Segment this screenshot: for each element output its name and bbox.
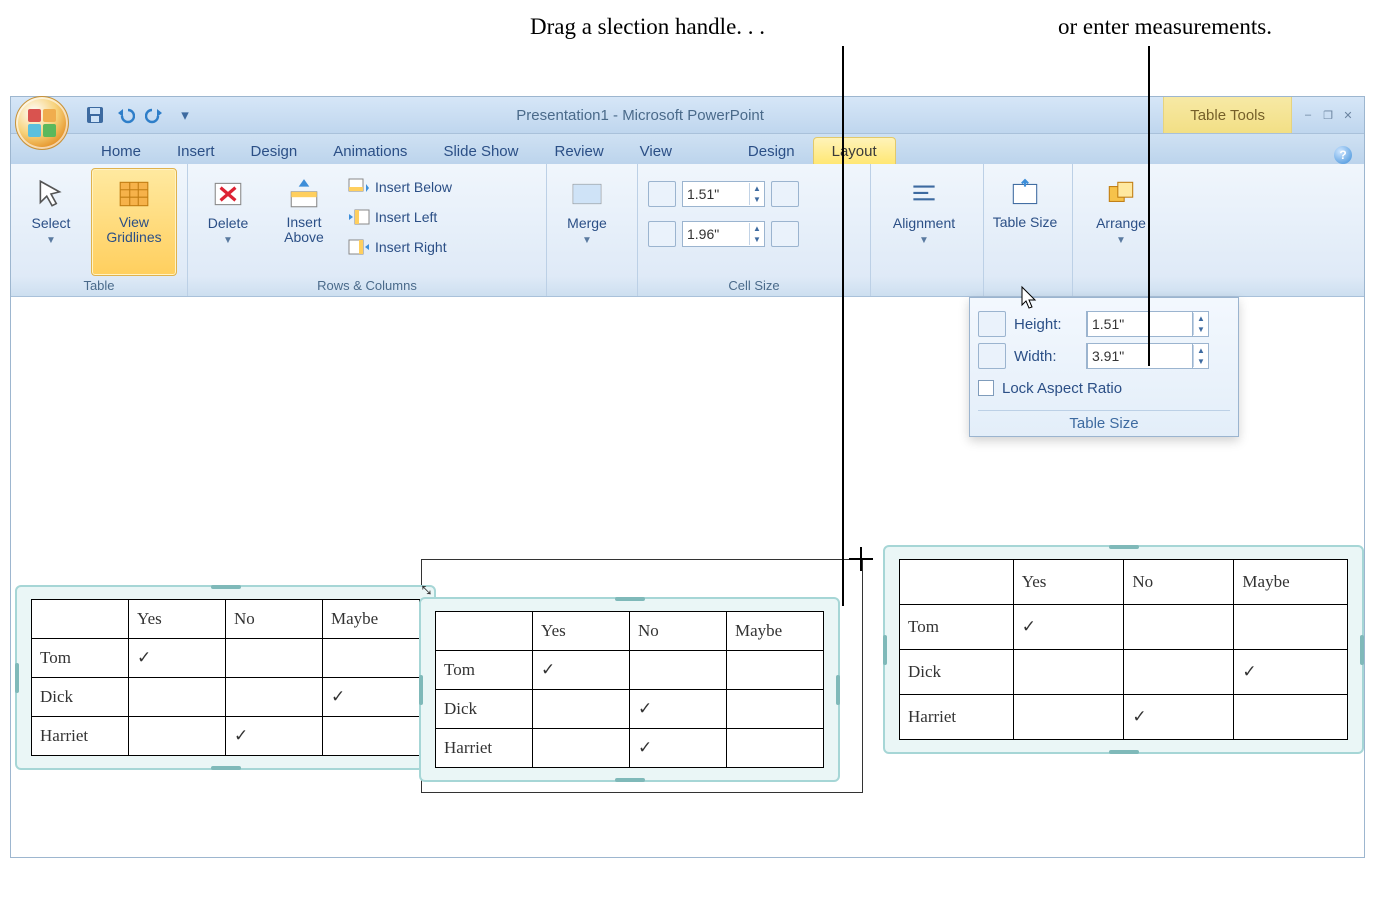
group-rows-columns-label: Rows & Columns <box>192 276 542 296</box>
insert-below-button[interactable]: Insert Below <box>344 174 456 200</box>
demo-table-1[interactable]: ↔ YesNoMaybe Tom✓ Dick✓ Harriet✓ <box>15 585 436 770</box>
slide-canvas: Height: ▲▼ Width: ▲▼ Lock Aspect Ratio T… <box>11 297 1364 857</box>
tab-animations[interactable]: Animations <box>315 138 425 164</box>
save-button[interactable] <box>83 103 107 127</box>
callout-left: Drag a slection handle. . . <box>530 14 765 40</box>
merge-button[interactable]: Merge ▼ <box>551 168 623 276</box>
height-icon <box>978 311 1006 337</box>
distribute-cols-button[interactable] <box>771 221 799 247</box>
col-width-icon <box>648 221 676 247</box>
col-width-input[interactable]: ▲▼ <box>682 221 765 247</box>
callout-right: or enter measurements. <box>1058 14 1272 40</box>
view-gridlines-label: View Gridlines <box>92 215 176 246</box>
insert-left-label: Insert Left <box>375 209 437 225</box>
group-table-size: Table Size <box>984 164 1073 296</box>
row-height-icon <box>648 181 676 207</box>
tab-table-design[interactable]: Design <box>730 138 813 164</box>
close-button[interactable]: ✕ <box>1340 109 1356 122</box>
alignment-button[interactable]: Alignment ▼ <box>875 168 973 276</box>
callout-leader-left <box>842 46 844 606</box>
insert-above-label: Insert Above <box>269 215 339 246</box>
popup-title: Table Size <box>978 410 1230 432</box>
lock-aspect-label: Lock Aspect Ratio <box>1002 380 1122 397</box>
insert-left-button[interactable]: Insert Left <box>344 204 456 230</box>
table-size-popup: Height: ▲▼ Width: ▲▼ Lock Aspect Ratio T… <box>969 297 1239 437</box>
group-arrange: Arrange ▼ <box>1073 164 1175 296</box>
group-cell-size-label: Cell Size <box>642 276 866 296</box>
arrange-button[interactable]: Arrange ▼ <box>1077 168 1165 276</box>
help-button[interactable]: ? <box>1334 146 1352 164</box>
alignment-label: Alignment <box>893 215 955 231</box>
delete-label: Delete <box>208 215 248 231</box>
insert-below-label: Insert Below <box>375 179 452 195</box>
distribute-rows-button[interactable] <box>771 181 799 207</box>
tab-insert[interactable]: Insert <box>159 138 233 164</box>
group-table-label: Table <box>15 276 183 296</box>
lock-aspect-checkbox[interactable] <box>978 380 994 396</box>
contextual-tab-label: Table Tools <box>1163 97 1292 133</box>
app-title: Presentation1 - Microsoft PowerPoint <box>117 107 1163 124</box>
tab-table-layout[interactable]: Layout <box>813 137 896 164</box>
table-width-value[interactable] <box>1087 343 1193 369</box>
row-height-up[interactable]: ▲ <box>750 183 764 194</box>
titlebar: ▾ Presentation1 - Microsoft PowerPoint T… <box>11 97 1364 134</box>
arrange-label: Arrange <box>1096 215 1146 231</box>
select-label: Select <box>32 215 71 231</box>
merge-label: Merge <box>567 215 607 231</box>
ribbon: Select ▼ View Gridlines Table Delete ▼ <box>11 164 1364 297</box>
minimize-button[interactable]: – <box>1300 109 1316 122</box>
tab-home[interactable]: Home <box>83 138 159 164</box>
restore-button[interactable]: ❐ <box>1320 109 1336 122</box>
demo-table-2[interactable]: YesNoMaybe Tom✓ Dick✓ Harriet✓ <box>419 597 840 782</box>
insert-right-button[interactable]: Insert Right <box>344 234 456 260</box>
tab-design[interactable]: Design <box>233 138 316 164</box>
select-button[interactable]: Select ▼ <box>15 168 87 276</box>
powerpoint-window: ▾ Presentation1 - Microsoft PowerPoint T… <box>10 96 1365 858</box>
row-height-value[interactable] <box>683 183 749 205</box>
tab-slideshow[interactable]: Slide Show <box>425 138 536 164</box>
col-width-up[interactable]: ▲ <box>750 223 764 234</box>
insert-above-button[interactable]: Insert Above <box>268 168 340 276</box>
resize-crosshair-icon <box>849 547 873 571</box>
cursor-icon <box>1019 285 1039 311</box>
group-merge-label <box>551 276 633 296</box>
group-merge: Merge ▼ <box>547 164 638 296</box>
tab-review[interactable]: Review <box>536 138 621 164</box>
tab-view[interactable]: View <box>622 138 690 164</box>
demo-table-3[interactable]: YesNoMaybe Tom✓ Dick✓ Harriet✓ <box>883 545 1364 754</box>
callout-area: Drag a slection handle. . . or enter mea… <box>0 0 1375 96</box>
table-height-value[interactable] <box>1087 311 1193 337</box>
group-alignment: Alignment ▼ <box>871 164 984 296</box>
office-button[interactable] <box>15 96 69 150</box>
callout-leader-right <box>1148 46 1150 366</box>
group-cell-size: ▲▼ ▲▼ Cell Size <box>638 164 871 296</box>
insert-right-label: Insert Right <box>375 239 447 255</box>
table-size-label: Table Size <box>993 215 1058 230</box>
col-width-value[interactable] <box>683 223 749 245</box>
group-table: Select ▼ View Gridlines Table <box>11 164 188 296</box>
table-size-button[interactable]: Table Size <box>988 168 1062 276</box>
row-height-down[interactable]: ▼ <box>750 194 764 205</box>
row-height-input[interactable]: ▲▼ <box>682 181 765 207</box>
delete-button[interactable]: Delete ▼ <box>192 168 264 276</box>
view-gridlines-button[interactable]: View Gridlines <box>91 168 177 276</box>
col-width-down[interactable]: ▼ <box>750 234 764 245</box>
window-controls: – ❐ ✕ <box>1300 109 1356 122</box>
group-rows-columns: Delete ▼ Insert Above Insert Below Inser… <box>188 164 547 296</box>
ribbon-tabs: Home Insert Design Animations Slide Show… <box>11 134 1364 164</box>
width-label: Width: <box>1014 348 1078 365</box>
width-icon <box>978 343 1006 369</box>
height-label: Height: <box>1014 316 1078 333</box>
